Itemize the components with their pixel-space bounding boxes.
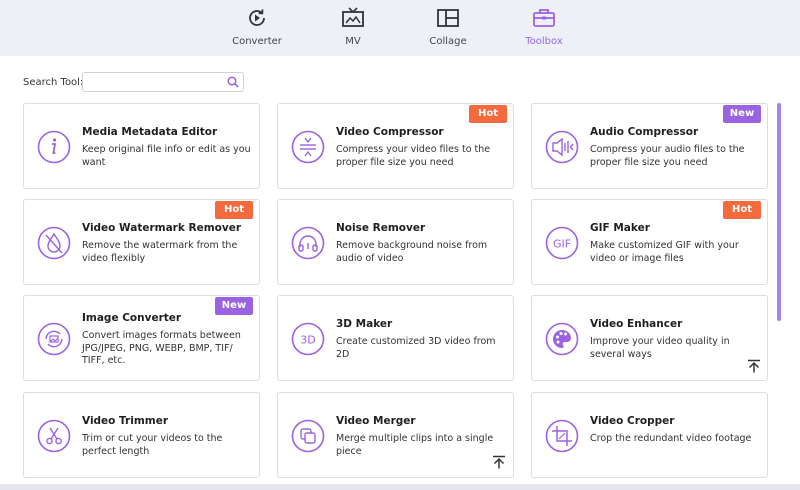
merge-icon [291, 419, 325, 453]
tool-title: Video Watermark Remover [82, 222, 242, 234]
nav-toolbox-label: Toolbox [525, 36, 563, 47]
search-icon[interactable] [227, 76, 239, 88]
gif-icon: GIF [545, 226, 579, 260]
tool-title: Media Metadata Editor [82, 126, 218, 138]
tool-desc: Improve your video quality in several wa… [590, 336, 730, 360]
nav-collage[interactable]: Collage [408, 6, 488, 47]
tool-title: Video Trimmer [82, 415, 169, 427]
tool-desc: Merge multiple clips into a single piece [336, 433, 494, 457]
tool-desc: Compress your audio files to the proper … [590, 144, 745, 168]
tool-card-video-cropper[interactable]: Video Cropper Crop the redundant video f… [531, 392, 768, 478]
refresh-play-icon [249, 9, 265, 26]
tool-card-gif-maker[interactable]: GIF GIF Maker Make customized GIF with y… [531, 199, 768, 285]
new-badge: New [215, 297, 253, 315]
tool-desc: Remove background noise from audio of vi… [336, 240, 488, 264]
hot-badge: Hot [723, 201, 761, 219]
watermark-remove-icon [37, 226, 71, 260]
svg-text:GIF: GIF [553, 238, 571, 251]
tool-card-video-watermark-remover[interactable]: Video Watermark Remover Remove the water… [23, 199, 260, 285]
bottom-strip [0, 484, 800, 490]
nav-converter[interactable]: Converter [217, 6, 297, 47]
info-icon [37, 130, 71, 164]
audio-compress-icon [545, 130, 579, 164]
image-convert-icon [37, 322, 71, 356]
tv-icon [342, 7, 364, 27]
tool-card-audio-compressor[interactable]: Audio Compressor Compress your audio fil… [531, 103, 768, 189]
tool-card-video-enhancer[interactable]: Video Enhancer Improve your video qualit… [531, 295, 768, 381]
top-navigation: Converter MV Collage Toolbox [0, 0, 800, 56]
tool-card-image-converter[interactable]: Image Converter Convert images formats b… [23, 295, 260, 381]
tool-title: Video Cropper [590, 415, 675, 427]
palette-icon [545, 322, 579, 356]
tool-card-video-compressor[interactable]: Video Compressor Compress your video fil… [277, 103, 514, 189]
tool-desc: Make customized GIF with your video or i… [590, 240, 739, 264]
search-label: Search Tool: [23, 76, 84, 88]
back-to-top-icon[interactable] [492, 455, 506, 469]
tool-desc: Keep original file info or edit as you w… [82, 144, 251, 168]
3d-icon: 3D [291, 322, 325, 356]
tool-title: Noise Remover [336, 222, 426, 234]
nav-collage-label: Collage [429, 36, 467, 47]
new-badge: New [723, 105, 761, 123]
tool-card-media-metadata-editor[interactable]: Media Metadata Editor Keep original file… [23, 103, 260, 189]
nav-mv[interactable]: MV [313, 6, 393, 47]
tool-desc: Create customized 3D video from 2D [336, 336, 496, 360]
svg-text:3D: 3D [300, 334, 315, 347]
nav-converter-label: Converter [232, 36, 282, 47]
tool-desc: Compress your video files to the proper … [336, 144, 491, 168]
search-input[interactable] [83, 76, 221, 95]
tool-card-noise-remover[interactable]: Noise Remover Remove background noise fr… [277, 199, 514, 285]
tool-title: Video Merger [336, 415, 416, 427]
tool-desc: Crop the redundant video footage [590, 433, 752, 444]
tool-title: Image Converter [82, 312, 182, 324]
scrollbar-thumb[interactable] [777, 103, 781, 321]
hot-badge: Hot [215, 201, 253, 219]
back-to-top-icon[interactable] [747, 359, 761, 373]
tool-title: GIF Maker [590, 222, 650, 234]
tool-title: 3D Maker [336, 318, 393, 330]
tool-card-3d-maker[interactable]: 3D 3D Maker Create customized 3D video f… [277, 295, 514, 381]
tool-card-video-trimmer[interactable]: Video Trimmer Trim or cut your videos to… [23, 392, 260, 478]
compress-icon [291, 130, 325, 164]
tool-title: Video Enhancer [590, 318, 683, 330]
nav-toolbox[interactable]: Toolbox [504, 6, 584, 47]
tool-desc: Trim or cut your videos to the perfect l… [82, 433, 223, 457]
collage-grid-icon [437, 9, 459, 27]
search-box[interactable] [82, 72, 244, 95]
tool-card-video-merger[interactable]: Video Merger Merge multiple clips into a… [277, 392, 514, 478]
tool-desc: Convert images formats between JPG/JPEG,… [82, 330, 241, 366]
scissors-icon [37, 419, 71, 453]
search-row: Search Tool: [23, 72, 83, 92]
headphones-icon [291, 226, 325, 260]
tool-title: Video Compressor [336, 126, 444, 138]
toolbox-icon [533, 9, 555, 27]
tool-desc: Remove the watermark from the video flex… [82, 240, 238, 264]
crop-icon [545, 419, 579, 453]
tool-title: Audio Compressor [590, 126, 699, 138]
nav-mv-label: MV [345, 36, 361, 47]
hot-badge: Hot [469, 105, 507, 123]
